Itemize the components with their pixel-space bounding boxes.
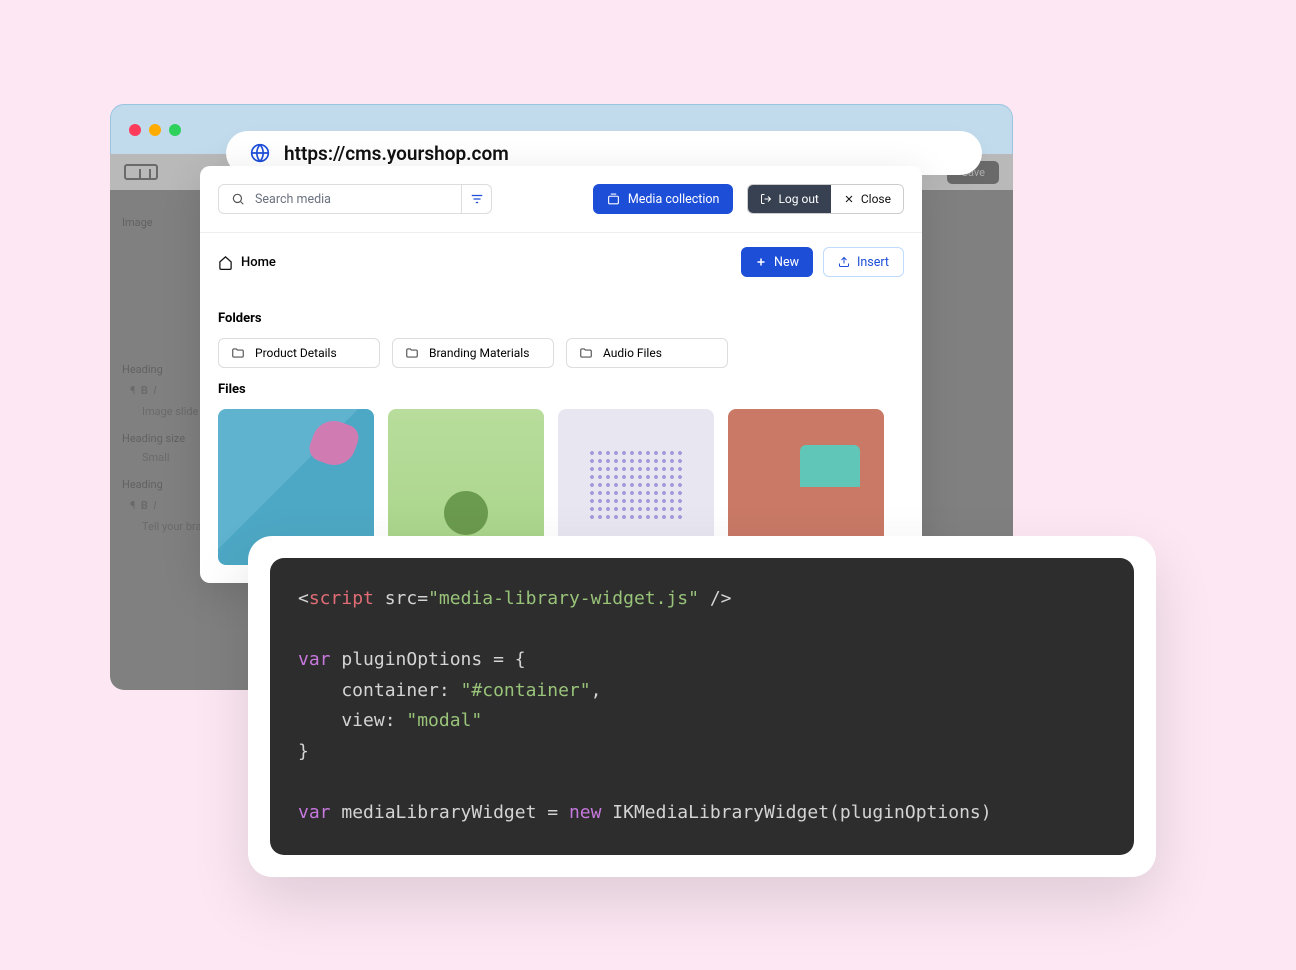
modal-subbar: Home New Insert <box>200 233 922 291</box>
plus-icon <box>755 256 767 268</box>
logout-button[interactable]: Log out <box>748 185 830 213</box>
search-input[interactable]: Search media <box>218 184 462 214</box>
filter-button[interactable] <box>462 184 492 214</box>
traffic-lights <box>129 124 181 136</box>
globe-icon <box>250 143 270 163</box>
search-placeholder: Search media <box>255 192 331 207</box>
search-icon <box>231 192 245 206</box>
modal-toolbar: Search media Media collection Log out Cl… <box>200 166 922 233</box>
folder-product-details[interactable]: Product Details <box>218 338 380 368</box>
maximize-window-icon[interactable] <box>169 124 181 136</box>
insert-button[interactable]: Insert <box>823 247 904 277</box>
media-library-modal: Search media Media collection Log out Cl… <box>200 166 922 583</box>
upload-icon <box>838 256 850 268</box>
code-snippet: <script src="media-library-widget.js" />… <box>270 558 1134 855</box>
cms-logo-icon <box>124 164 158 180</box>
folders-title: Folders <box>218 311 904 326</box>
new-button[interactable]: New <box>741 247 813 277</box>
folder-icon <box>231 346 245 360</box>
minimize-window-icon[interactable] <box>149 124 161 136</box>
home-icon <box>218 255 233 270</box>
files-title: Files <box>218 382 904 397</box>
media-collection-button[interactable]: Media collection <box>593 184 734 214</box>
code-panel-container: <script src="media-library-widget.js" />… <box>248 536 1156 877</box>
folder-branding-materials[interactable]: Branding Materials <box>392 338 554 368</box>
folder-icon <box>405 346 419 360</box>
url-text: https://cms.yourshop.com <box>284 142 509 165</box>
folder-icon <box>579 346 593 360</box>
close-button[interactable]: Close <box>831 185 903 213</box>
breadcrumb[interactable]: Home <box>218 255 276 270</box>
logout-icon <box>760 193 772 205</box>
close-window-icon[interactable] <box>129 124 141 136</box>
search-group: Search media <box>218 184 492 214</box>
filter-icon <box>470 192 484 206</box>
close-icon <box>843 193 855 205</box>
collection-icon <box>607 193 620 206</box>
folder-audio-files[interactable]: Audio Files <box>566 338 728 368</box>
